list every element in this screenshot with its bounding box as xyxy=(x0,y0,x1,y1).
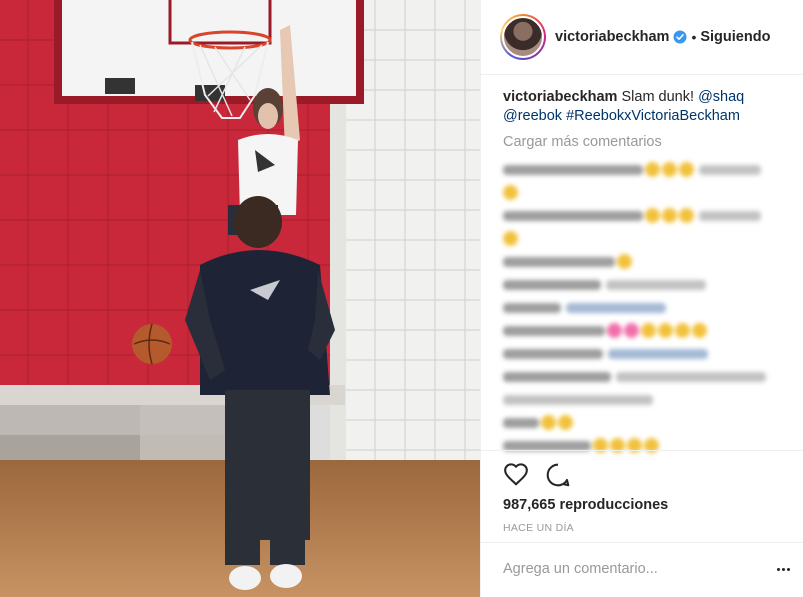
more-horizontal-icon[interactable] xyxy=(773,557,793,581)
hashtag-link[interactable]: #ReebokxVictoriaBeckham xyxy=(566,108,740,124)
comment-item xyxy=(503,250,793,273)
post-video[interactable] xyxy=(0,0,480,597)
comment-item xyxy=(503,365,793,388)
view-count[interactable]: 987,665 reproducciones xyxy=(503,497,668,513)
post-caption: victoriabeckham Slam dunk! @shaq @reebok… xyxy=(503,88,793,126)
mention-shaq-link[interactable]: @shaq xyxy=(698,89,744,105)
post-timestamp[interactable]: HACE UN DÍA xyxy=(503,522,574,534)
verified-badge-icon xyxy=(673,30,687,44)
comment-item xyxy=(503,296,793,319)
comment-item xyxy=(503,158,793,181)
load-more-comments-button[interactable]: Cargar más comentarios xyxy=(503,134,662,150)
comment-item xyxy=(503,227,793,250)
comment-item xyxy=(503,181,793,204)
mention-reebok-link[interactable]: @reebok xyxy=(503,108,562,124)
comment-item xyxy=(503,434,793,457)
comment-item xyxy=(503,388,793,411)
caption-text: Slam dunk! xyxy=(621,89,695,105)
section-divider xyxy=(481,450,803,451)
comment-bubble-icon[interactable] xyxy=(545,462,571,488)
header-username[interactable]: victoriabeckham xyxy=(555,29,669,45)
comment-item xyxy=(503,204,793,227)
add-comment-input[interactable] xyxy=(503,557,753,581)
comment-item xyxy=(503,319,793,342)
post-actions xyxy=(503,462,571,488)
follow-status-button[interactable]: Siguiendo xyxy=(700,29,770,45)
comment-item xyxy=(503,342,793,365)
comments-list xyxy=(503,158,793,457)
add-comment-bar xyxy=(481,542,803,597)
header-separator: • xyxy=(691,29,697,45)
post-header: victoriabeckham • Siguiendo xyxy=(481,0,803,75)
comment-item xyxy=(503,273,793,296)
video-frame xyxy=(0,0,480,597)
avatar[interactable] xyxy=(500,14,546,60)
post-side-panel: victoriabeckham • Siguiendo victoriabeck… xyxy=(480,0,803,597)
caption-username[interactable]: victoriabeckham xyxy=(503,89,617,105)
heart-icon[interactable] xyxy=(503,462,529,488)
comment-item xyxy=(503,411,793,434)
